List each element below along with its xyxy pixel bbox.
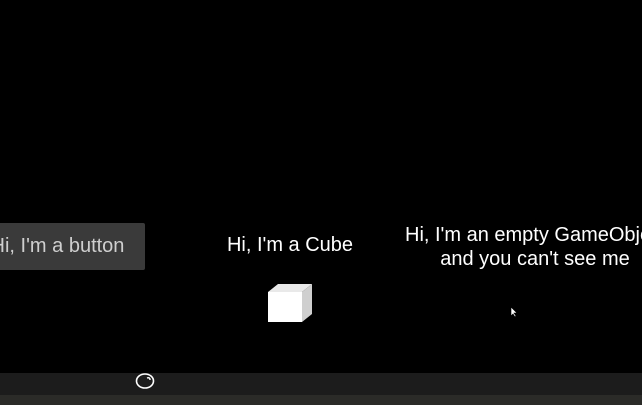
empty-gameobject-label-line2: and you can't see me — [440, 248, 630, 270]
empty-gameobject-label: Hi, I'm an empty GameObject and you can'… — [405, 223, 642, 271]
bottom-strip — [0, 395, 642, 405]
ball-icon[interactable] — [135, 371, 157, 391]
empty-gameobject-label-line1: Hi, I'm an empty GameObject — [405, 224, 642, 246]
bottom-bar — [0, 373, 642, 395]
game-viewport: Hi, I'm a button Hi, I'm a Cube Hi, I'm … — [0, 0, 642, 405]
hello-button[interactable]: Hi, I'm a button — [0, 223, 145, 270]
cube-label: Hi, I'm a Cube — [226, 234, 354, 256]
hello-button-label: Hi, I'm a button — [0, 235, 125, 257]
cube-icon — [268, 284, 312, 322]
mouse-cursor-icon — [510, 306, 518, 318]
